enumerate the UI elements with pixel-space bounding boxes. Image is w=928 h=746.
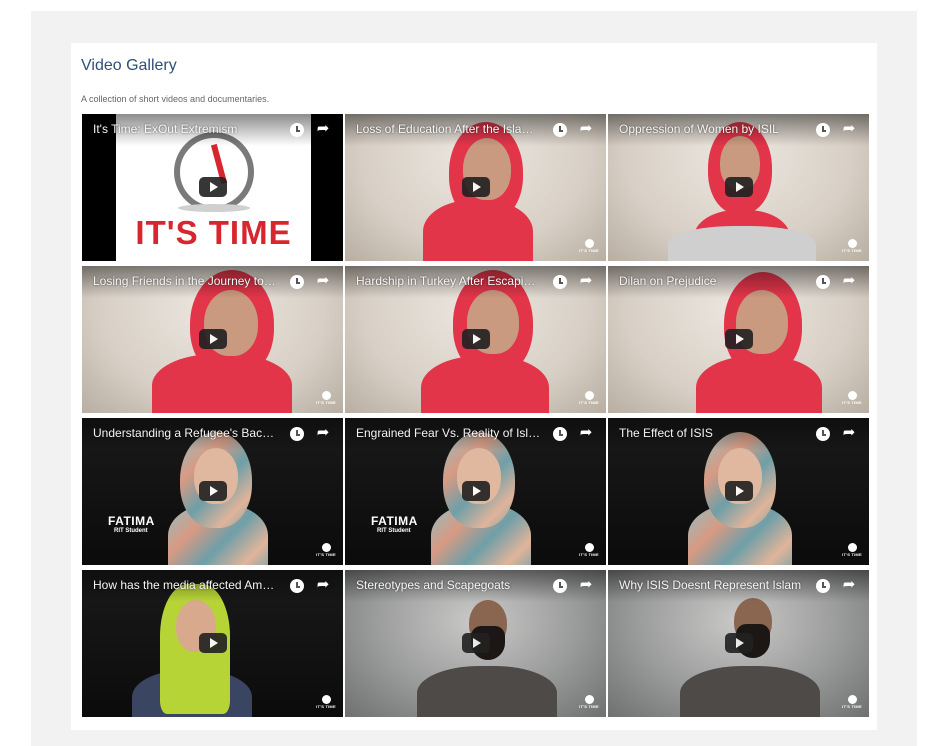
clock-icon[interactable] <box>553 579 567 593</box>
play-icon[interactable] <box>462 633 490 653</box>
play-icon[interactable] <box>725 633 753 653</box>
brand-watermark: IT'S TIME <box>841 543 863 559</box>
brand-logo-icon <box>321 695 331 704</box>
play-icon[interactable] <box>725 177 753 197</box>
play-icon[interactable] <box>199 481 227 501</box>
brand-watermark: IT'S TIME <box>315 543 337 559</box>
play-icon[interactable] <box>462 329 490 349</box>
logo-shadow-graphic <box>178 204 250 212</box>
video-grid: IT'S TIME It's Time: ExOut Extremism ➦ L… <box>82 114 870 717</box>
brand-logo-icon <box>584 239 594 248</box>
brand-watermark: IT'S TIME <box>315 695 337 711</box>
share-arrow-icon[interactable]: ➦ <box>840 272 858 290</box>
video-title[interactable]: Losing Friends in the Journey to Escape <box>93 274 279 288</box>
brand-watermark: IT'S TIME <box>841 391 863 407</box>
name-caption: FATIMA RIT Student <box>108 514 155 534</box>
brand-logo-icon <box>847 391 857 400</box>
share-arrow-icon[interactable]: ➦ <box>577 424 595 442</box>
gallery-card: Video Gallery A collection of short vide… <box>71 43 877 730</box>
clock-icon[interactable] <box>553 123 567 137</box>
brand-logo-icon <box>584 391 594 400</box>
clock-icon[interactable] <box>816 123 830 137</box>
person-suit <box>680 666 820 717</box>
brand-logo-icon <box>847 695 857 704</box>
video-title[interactable]: Hardship in Turkey After Escaping ISIS <box>356 274 542 288</box>
brand-watermark: IT'S TIME <box>578 239 600 255</box>
clock-icon[interactable] <box>816 579 830 593</box>
clock-icon[interactable] <box>816 275 830 289</box>
video-tile[interactable]: Dilan on Prejudice ➦ IT'S TIME <box>608 266 869 413</box>
caption-role: RIT Student <box>377 528 411 534</box>
video-tile[interactable]: FATIMA RIT Student Understanding a Refug… <box>82 418 343 565</box>
video-title[interactable]: Stereotypes and Scapegoats <box>356 578 542 592</box>
clock-icon[interactable] <box>553 275 567 289</box>
page-subtitle: A collection of short videos and documen… <box>81 94 270 104</box>
brand-logo-icon <box>321 543 331 552</box>
share-arrow-icon[interactable]: ➦ <box>314 120 332 138</box>
brand-watermark: IT'S TIME <box>841 239 863 255</box>
clock-icon[interactable] <box>290 275 304 289</box>
brand-logo-icon <box>584 543 594 552</box>
video-tile[interactable]: Losing Friends in the Journey to Escape … <box>82 266 343 413</box>
play-icon[interactable] <box>725 481 753 501</box>
name-caption: FATIMA RIT Student <box>371 514 418 534</box>
brand-watermark: IT'S TIME <box>578 695 600 711</box>
share-arrow-icon[interactable]: ➦ <box>314 576 332 594</box>
logo-text: IT'S TIME <box>135 214 292 251</box>
caption-name: FATIMA <box>108 514 155 528</box>
clock-icon[interactable] <box>290 427 304 441</box>
play-icon[interactable] <box>199 329 227 349</box>
brand-logo-icon <box>321 391 331 400</box>
brand-watermark: IT'S TIME <box>578 543 600 559</box>
video-tile[interactable]: Oppression of Women by ISIL ➦ IT'S TIME <box>608 114 869 261</box>
page-background: Video Gallery A collection of short vide… <box>31 11 917 746</box>
brand-logo-icon <box>847 239 857 248</box>
video-tile[interactable]: IT'S TIME It's Time: ExOut Extremism ➦ <box>82 114 343 261</box>
brand-watermark: IT'S TIME <box>841 695 863 711</box>
video-title[interactable]: It's Time: ExOut Extremism <box>93 122 279 136</box>
video-title[interactable]: Why ISIS Doesnt Represent Islam <box>619 578 805 592</box>
share-arrow-icon[interactable]: ➦ <box>314 272 332 290</box>
clock-icon[interactable] <box>553 427 567 441</box>
play-icon[interactable] <box>462 177 490 197</box>
video-title[interactable]: Oppression of Women by ISIL <box>619 122 805 136</box>
brand-logo-icon <box>847 543 857 552</box>
share-arrow-icon[interactable]: ➦ <box>314 424 332 442</box>
person-suit <box>417 666 557 717</box>
video-tile[interactable]: Hardship in Turkey After Escaping ISIS ➦… <box>345 266 606 413</box>
video-tile[interactable]: Why ISIS Doesnt Represent Islam ➦ IT'S T… <box>608 570 869 717</box>
clock-icon[interactable] <box>816 427 830 441</box>
video-tile[interactable]: Loss of Education After the Islamic Stat… <box>345 114 606 261</box>
clock-icon[interactable] <box>290 579 304 593</box>
video-title[interactable]: Understanding a Refugee's Back Story <box>93 426 279 440</box>
page-title: Video Gallery <box>81 57 177 74</box>
video-title[interactable]: How has the media affected American Musl… <box>93 578 279 592</box>
caption-role: RIT Student <box>114 528 148 534</box>
share-arrow-icon[interactable]: ➦ <box>577 576 595 594</box>
video-title[interactable]: Dilan on Prejudice <box>619 274 805 288</box>
share-arrow-icon[interactable]: ➦ <box>840 120 858 138</box>
video-title[interactable]: The Effect of ISIS <box>619 426 805 440</box>
video-tile[interactable]: Stereotypes and Scapegoats ➦ IT'S TIME <box>345 570 606 717</box>
video-title[interactable]: Loss of Education After the Islamic Stat… <box>356 122 542 136</box>
share-arrow-icon[interactable]: ➦ <box>840 424 858 442</box>
video-tile[interactable]: FATIMA RIT Student Engrained Fear Vs. Re… <box>345 418 606 565</box>
play-icon[interactable] <box>462 481 490 501</box>
play-icon[interactable] <box>725 329 753 349</box>
clock-icon[interactable] <box>290 123 304 137</box>
play-icon[interactable] <box>199 177 227 197</box>
share-arrow-icon[interactable]: ➦ <box>577 272 595 290</box>
play-icon[interactable] <box>199 633 227 653</box>
video-tile[interactable]: The Effect of ISIS ➦ IT'S TIME <box>608 418 869 565</box>
video-title[interactable]: Engrained Fear Vs. Reality of Islam <box>356 426 542 440</box>
brand-watermark: IT'S TIME <box>578 391 600 407</box>
caption-name: FATIMA <box>371 514 418 528</box>
brand-logo-icon <box>584 695 594 704</box>
person-sweater <box>668 226 816 261</box>
share-arrow-icon[interactable]: ➦ <box>840 576 858 594</box>
video-tile[interactable]: How has the media affected American Musl… <box>82 570 343 717</box>
brand-watermark: IT'S TIME <box>315 391 337 407</box>
share-arrow-icon[interactable]: ➦ <box>577 120 595 138</box>
